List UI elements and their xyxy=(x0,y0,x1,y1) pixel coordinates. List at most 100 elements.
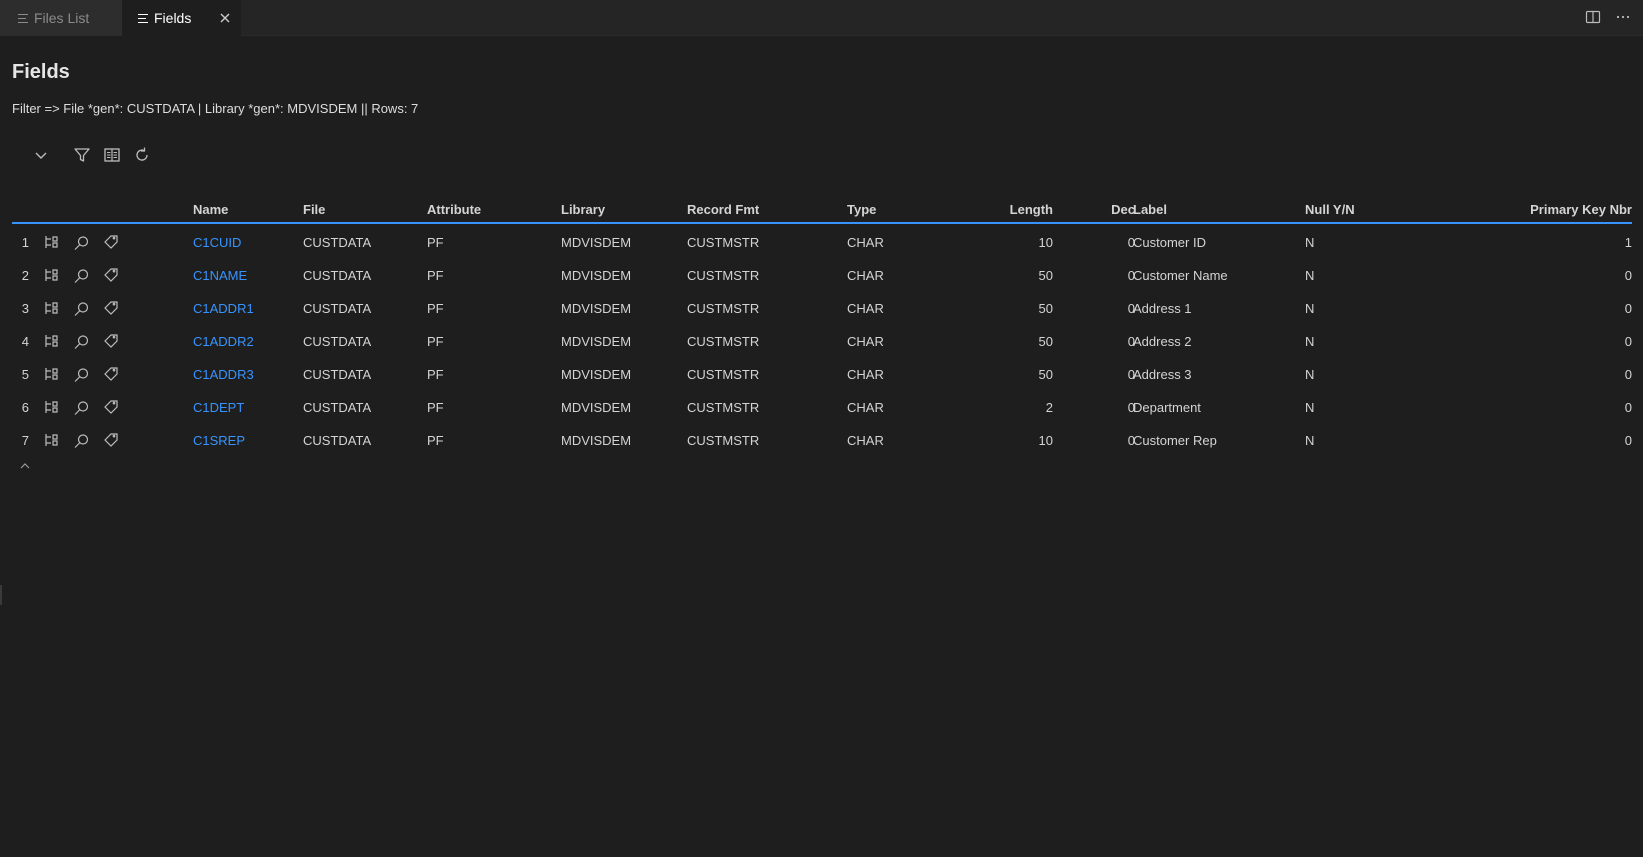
field-name-link[interactable]: C1DEPT xyxy=(193,400,244,415)
search-icon[interactable] xyxy=(72,398,90,416)
chevron-down-icon[interactable] xyxy=(31,145,51,165)
fields-table: Name File Attribute Library Record Fmt T… xyxy=(12,192,1632,455)
cell-record-fmt: CUSTMSTR xyxy=(687,235,760,250)
tag-icon[interactable] xyxy=(102,266,120,284)
search-icon[interactable] xyxy=(72,431,90,449)
cell-library: MDVISDEM xyxy=(561,433,632,448)
column-header-dec[interactable]: Dec xyxy=(1111,202,1135,217)
cell-type: CHAR xyxy=(847,235,884,250)
close-icon[interactable] xyxy=(217,10,233,26)
columns-icon[interactable] xyxy=(102,145,122,165)
column-header-name[interactable]: Name xyxy=(193,202,228,217)
hierarchy-icon[interactable] xyxy=(42,365,60,383)
row-number: 4 xyxy=(21,334,29,349)
hierarchy-icon[interactable] xyxy=(42,398,60,416)
tag-icon[interactable] xyxy=(102,233,120,251)
hierarchy-icon[interactable] xyxy=(42,266,60,284)
tag-icon[interactable] xyxy=(102,299,120,317)
refresh-icon[interactable] xyxy=(132,145,152,165)
cell-label: Address 2 xyxy=(1133,334,1192,349)
hierarchy-icon[interactable] xyxy=(42,233,60,251)
cell-type: CHAR xyxy=(847,334,884,349)
hierarchy-icon[interactable] xyxy=(42,431,60,449)
row-number: 3 xyxy=(21,301,29,316)
cell-label: Address 3 xyxy=(1133,367,1192,382)
editor-tab-bar: Files List Fields xyxy=(0,0,1643,36)
column-header-library[interactable]: Library xyxy=(561,202,605,217)
cell-null: N xyxy=(1305,268,1315,283)
cell-label: Address 1 xyxy=(1133,301,1192,316)
tab-label: Files List xyxy=(34,10,90,26)
cell-length: 50 xyxy=(1038,301,1053,316)
list-icon xyxy=(18,13,28,23)
filter-summary: Filter => File *gen*: CUSTDATA | Library… xyxy=(12,101,419,116)
field-name-link[interactable]: C1CUID xyxy=(193,235,241,250)
cell-length: 50 xyxy=(1038,334,1053,349)
hierarchy-icon[interactable] xyxy=(42,299,60,317)
cell-file: CUSTDATA xyxy=(303,268,372,283)
column-header-type[interactable]: Type xyxy=(847,202,876,217)
sash-handle[interactable] xyxy=(0,585,2,605)
column-header-file[interactable]: File xyxy=(303,202,325,217)
search-icon[interactable] xyxy=(72,365,90,383)
cell-attribute: PF xyxy=(427,301,444,316)
cell-attribute: PF xyxy=(427,433,444,448)
field-name-link[interactable]: C1ADDR2 xyxy=(193,334,254,349)
cell-record-fmt: CUSTMSTR xyxy=(687,268,760,283)
search-icon[interactable] xyxy=(72,299,90,317)
tab-fields[interactable]: Fields xyxy=(122,0,241,36)
cell-primary-key: 0 xyxy=(1624,367,1632,382)
field-name-link[interactable]: C1ADDR1 xyxy=(193,301,254,316)
table-row: 5 C1ADDR3 CUSTDATA PF MDVISDEM CUSTMSTR CHAR 50… xyxy=(12,356,1632,389)
cell-library: MDVISDEM xyxy=(561,235,632,250)
cell-null: N xyxy=(1305,367,1315,382)
cell-length: 10 xyxy=(1038,433,1053,448)
field-name-link[interactable]: C1NAME xyxy=(193,268,247,283)
column-header-record-fmt[interactable]: Record Fmt xyxy=(687,202,759,217)
cell-file: CUSTDATA xyxy=(303,400,372,415)
column-header-length[interactable]: Length xyxy=(1010,202,1053,217)
cell-primary-key: 0 xyxy=(1624,433,1632,448)
field-name-link[interactable]: C1ADDR3 xyxy=(193,367,254,382)
cell-record-fmt: CUSTMSTR xyxy=(687,367,760,382)
more-actions-icon[interactable] xyxy=(1615,9,1631,25)
tag-icon[interactable] xyxy=(102,332,120,350)
cell-library: MDVISDEM xyxy=(561,334,632,349)
split-editor-icon[interactable] xyxy=(1585,9,1601,25)
editor-actions xyxy=(1585,9,1631,25)
chevron-up-icon[interactable] xyxy=(18,461,32,471)
search-icon[interactable] xyxy=(72,233,90,251)
cell-null: N xyxy=(1305,433,1315,448)
cell-type: CHAR xyxy=(847,433,884,448)
cell-record-fmt: CUSTMSTR xyxy=(687,400,760,415)
column-header-null[interactable]: Null Y/N xyxy=(1305,202,1355,217)
table-body: 1 C1CUID CUSTDATA PF MDVISDEM CUSTMSTR CHAR 10 0… xyxy=(12,224,1632,455)
cell-length: 2 xyxy=(1045,400,1053,415)
column-header-label[interactable]: Label xyxy=(1133,202,1167,217)
search-icon[interactable] xyxy=(72,332,90,350)
tag-icon[interactable] xyxy=(102,431,120,449)
row-number: 7 xyxy=(21,433,29,448)
filter-icon[interactable] xyxy=(72,145,92,165)
table-row: 2 C1NAME CUSTDATA PF MDVISDEM CUSTMSTR CHAR 50 0… xyxy=(12,257,1632,290)
tab-label: Fields xyxy=(154,10,192,26)
column-header-attribute[interactable]: Attribute xyxy=(427,202,481,217)
cell-type: CHAR xyxy=(847,367,884,382)
tag-icon[interactable] xyxy=(102,365,120,383)
cell-label: Department xyxy=(1133,400,1201,415)
column-header-primary-key[interactable]: Primary Key Nbr xyxy=(1530,202,1632,217)
row-number: 5 xyxy=(21,367,29,382)
hierarchy-icon[interactable] xyxy=(42,332,60,350)
field-name-link[interactable]: C1SREP xyxy=(193,433,245,448)
cell-library: MDVISDEM xyxy=(561,400,632,415)
cell-type: CHAR xyxy=(847,268,884,283)
cell-file: CUSTDATA xyxy=(303,334,372,349)
cell-file: CUSTDATA xyxy=(303,367,372,382)
search-icon[interactable] xyxy=(72,266,90,284)
table-row: 1 C1CUID CUSTDATA PF MDVISDEM CUSTMSTR CHAR 10 0… xyxy=(12,224,1632,257)
cell-record-fmt: CUSTMSTR xyxy=(687,433,760,448)
tag-icon[interactable] xyxy=(102,398,120,416)
cell-null: N xyxy=(1305,301,1315,316)
tab-files-list[interactable]: Files List xyxy=(0,0,122,36)
table-header: Name File Attribute Library Record Fmt T… xyxy=(12,192,1632,224)
